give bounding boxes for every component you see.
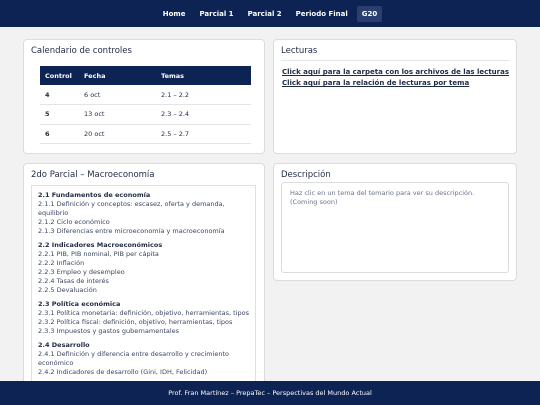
nav-g20[interactable]: G20 [356, 5, 383, 22]
lecturas-title: Lecturas [281, 46, 318, 56]
lecturas-card [273, 39, 517, 154]
cell-control: 5 [40, 104, 79, 125]
cell-temas: 2.1 – 2.2 [156, 85, 251, 105]
syllabus-topic[interactable]: 2.2.3 Empleo y desempleo [38, 268, 249, 277]
syllabus-section[interactable]: 2.4 Desarrollo [38, 341, 249, 350]
footer-text: Prof. Fran Martínez – PrepaTec – Perspec… [168, 389, 372, 397]
lecturas-divider [281, 60, 509, 61]
table-row: 4 6 oct 2.1 – 2.2 [40, 85, 251, 105]
lecturas-relation-link[interactable]: Click aquí para la relación de lecturas … [282, 79, 469, 87]
calendar-table: Control Fecha Temas 4 6 oct 2.1 – 2.2 5 … [40, 66, 251, 144]
syllabus-topic[interactable]: 2.2.4 Tasas de interés [38, 277, 249, 286]
nav-home[interactable]: Home [158, 6, 191, 22]
cell-temas: 2.5 – 2.7 [156, 124, 251, 144]
cell-control: 6 [40, 124, 79, 144]
syllabus-section[interactable]: 2.2 Indicadores Macroeconómicos [38, 241, 249, 250]
top-nav: Home Parcial 1 Parcial 2 Periodo Final G… [0, 0, 540, 27]
syllabus-topic[interactable]: 2.3.3 Impuestos y gastos gubernamentales [38, 327, 249, 336]
cell-fecha: 6 oct [79, 85, 156, 105]
cell-temas: 2.3 – 2.4 [156, 104, 251, 125]
nav-parcial-1[interactable]: Parcial 1 [194, 6, 238, 22]
syllabus-section[interactable]: 2.3 Política económica [38, 300, 249, 309]
cell-control: 4 [40, 85, 79, 105]
col-header-control: Control [40, 66, 79, 85]
syllabus-topic[interactable]: 2.1.1 Definición y conceptos: escasez, o… [38, 200, 249, 218]
calendar-header-row: Control Fecha Temas [40, 66, 251, 85]
calendar-title: Calendario de controles [31, 46, 132, 56]
syllabus-topic[interactable]: 2.4.1 Definición y diferencia entre desa… [38, 350, 249, 368]
syllabus-topic[interactable]: 2.4.2 Indicadores de desarrollo (Gini, I… [38, 368, 249, 377]
cell-fecha: 13 oct [79, 104, 156, 125]
syllabus-topic[interactable]: 2.3.1 Política monetaria: definición, ob… [38, 309, 249, 318]
syllabus-topic[interactable]: 2.2.1 PIB, PIB nominal, PIB per cápita [38, 250, 249, 259]
descripcion-text: Haz clic en un tema del temario para ver… [281, 182, 509, 273]
syllabus-title: 2do Parcial – Macroeconomía [31, 170, 155, 180]
syllabus-topic[interactable]: 2.3.2 Política fiscal: definición, objet… [38, 318, 249, 327]
footer: Prof. Fran Martínez – PrepaTec – Perspec… [0, 381, 540, 405]
col-header-fecha: Fecha [79, 66, 156, 85]
col-header-temas: Temas [156, 66, 251, 85]
lecturas-folder-link[interactable]: Click aquí para la carpeta con los archi… [282, 68, 509, 76]
syllabus-section[interactable]: 2.1 Fundamentos de economía [38, 191, 249, 200]
syllabus-list: 2.1 Fundamentos de economía 2.1.1 Defini… [31, 185, 256, 381]
table-row: 6 20 oct 2.5 – 2.7 [40, 124, 251, 144]
nav-periodo-final[interactable]: Periodo Final [291, 6, 353, 22]
syllabus-topic[interactable]: 2.2.5 Devaluación [38, 286, 249, 295]
nav-parcial-2[interactable]: Parcial 2 [243, 6, 287, 22]
descripcion-title: Descripción [281, 170, 331, 180]
cell-fecha: 20 oct [79, 124, 156, 144]
table-row: 5 13 oct 2.3 – 2.4 [40, 104, 251, 125]
syllabus-topic[interactable]: 2.1.3 Diferencias entre microeconomía y … [38, 227, 249, 236]
syllabus-topic[interactable]: 2.2.2 Inflación [38, 259, 249, 268]
syllabus-topic[interactable]: 2.1.2 Ciclo económico [38, 218, 249, 227]
